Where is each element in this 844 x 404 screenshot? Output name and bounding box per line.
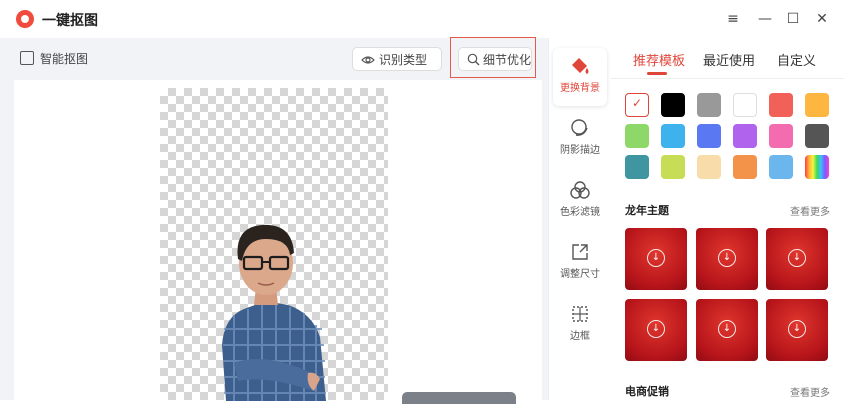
see-more-ecommerce-link[interactable]: 查看更多 bbox=[790, 384, 830, 399]
tool-resize[interactable]: 调整尺寸 bbox=[553, 234, 607, 292]
color-swatch[interactable] bbox=[733, 93, 757, 117]
color-swatch[interactable] bbox=[661, 155, 685, 179]
template-thumbnail[interactable]: ↓ bbox=[625, 299, 687, 361]
resize-icon bbox=[572, 244, 588, 260]
tab-custom[interactable]: 自定义 bbox=[777, 50, 816, 69]
app-logo-icon bbox=[16, 10, 34, 28]
template-thumbnail[interactable]: ↓ bbox=[766, 299, 828, 361]
download-icon: ↓ bbox=[647, 320, 665, 338]
tool-label: 更换背景 bbox=[560, 83, 600, 94]
section-title-ecommerce: 电商促销 bbox=[625, 385, 669, 398]
download-icon: ↓ bbox=[718, 249, 736, 267]
color-swatch[interactable] bbox=[769, 155, 793, 179]
color-swatch[interactable] bbox=[661, 124, 685, 148]
canvas-pane: 智能抠图 识别类型 细节优化 bbox=[0, 37, 548, 404]
color-swatch[interactable] bbox=[625, 124, 649, 148]
color-swatch[interactable] bbox=[733, 124, 757, 148]
smart-cutout-label: 智能抠图 bbox=[40, 52, 89, 66]
app-title: 一键抠图 bbox=[42, 13, 98, 29]
color-swatch[interactable] bbox=[769, 124, 793, 148]
color-swatch[interactable] bbox=[769, 93, 793, 117]
canvas-toolbar: 智能抠图 识别类型 细节优化 bbox=[0, 37, 548, 87]
tool-border[interactable]: 边框 bbox=[553, 296, 607, 354]
color-swatch[interactable] bbox=[625, 93, 649, 117]
tool-color-filter[interactable]: 色彩滤镜 bbox=[553, 172, 607, 230]
template-thumbnail[interactable]: ↓ bbox=[766, 228, 828, 290]
close-button[interactable]: ✕ bbox=[811, 9, 833, 29]
color-filter-icon bbox=[570, 181, 590, 199]
template-panel: 推荐模板 最近使用 自定义 龙年主题 查看更多 ↓ ↓ ↓ ↓ ↓ ↓ 电商促销… bbox=[611, 38, 844, 400]
highlight-box bbox=[450, 37, 536, 78]
recognition-type-dropdown[interactable]: 识别类型 bbox=[352, 47, 442, 87]
image-canvas[interactable] bbox=[14, 80, 542, 404]
template-thumbnail[interactable]: ↓ bbox=[696, 299, 758, 361]
download-icon: ↓ bbox=[647, 249, 665, 267]
tab-recent[interactable]: 最近使用 bbox=[703, 50, 755, 69]
home-icon bbox=[20, 51, 34, 65]
color-swatch[interactable] bbox=[805, 155, 829, 179]
download-icon: ↓ bbox=[788, 320, 806, 338]
shadow-icon bbox=[571, 119, 588, 136]
active-tab-indicator bbox=[647, 72, 667, 75]
maximize-button[interactable]: ☐ bbox=[782, 9, 804, 29]
title-bar: 一键抠图 ≡ — ☐ ✕ bbox=[0, 0, 844, 38]
menu-icon[interactable]: ≡ bbox=[722, 9, 744, 29]
tab-recommended[interactable]: 推荐模板 bbox=[633, 50, 685, 69]
paint-bucket-icon bbox=[572, 58, 589, 74]
canvas-bottom-toolbar[interactable] bbox=[402, 392, 516, 404]
template-thumbnail[interactable]: ↓ bbox=[625, 228, 687, 290]
color-swatch[interactable] bbox=[805, 124, 829, 148]
color-swatch[interactable] bbox=[733, 155, 757, 179]
color-swatch[interactable] bbox=[697, 124, 721, 148]
color-swatch[interactable] bbox=[805, 93, 829, 117]
tool-label: 边框 bbox=[570, 331, 590, 342]
tab-divider bbox=[611, 78, 844, 79]
section-title-dragon: 龙年主题 bbox=[625, 204, 669, 217]
border-icon bbox=[572, 306, 588, 322]
color-swatch[interactable] bbox=[661, 93, 685, 117]
minimize-button[interactable]: — bbox=[754, 9, 776, 29]
tool-label: 色彩滤镜 bbox=[560, 207, 600, 218]
template-thumbnail[interactable]: ↓ bbox=[696, 228, 758, 290]
download-icon: ↓ bbox=[718, 320, 736, 338]
tool-label: 阴影描边 bbox=[560, 145, 600, 156]
color-swatch[interactable] bbox=[697, 155, 721, 179]
cutout-person-image bbox=[222, 224, 326, 401]
see-more-dragon-link[interactable]: 查看更多 bbox=[790, 203, 830, 218]
download-icon: ↓ bbox=[788, 249, 806, 267]
tool-label: 调整尺寸 bbox=[560, 269, 600, 280]
recognition-type-label: 识别类型 bbox=[379, 53, 428, 67]
smart-cutout-button[interactable]: 智能抠图 bbox=[20, 50, 88, 67]
color-swatch[interactable] bbox=[625, 155, 649, 179]
tool-shadow-outline[interactable]: 阴影描边 bbox=[553, 110, 607, 168]
tool-change-background[interactable]: 更换背景 bbox=[553, 48, 607, 106]
color-swatch[interactable] bbox=[697, 93, 721, 117]
eye-icon bbox=[361, 56, 375, 64]
tool-column: 更换背景 阴影描边 色彩滤镜 调整尺寸 边框 bbox=[548, 38, 612, 400]
